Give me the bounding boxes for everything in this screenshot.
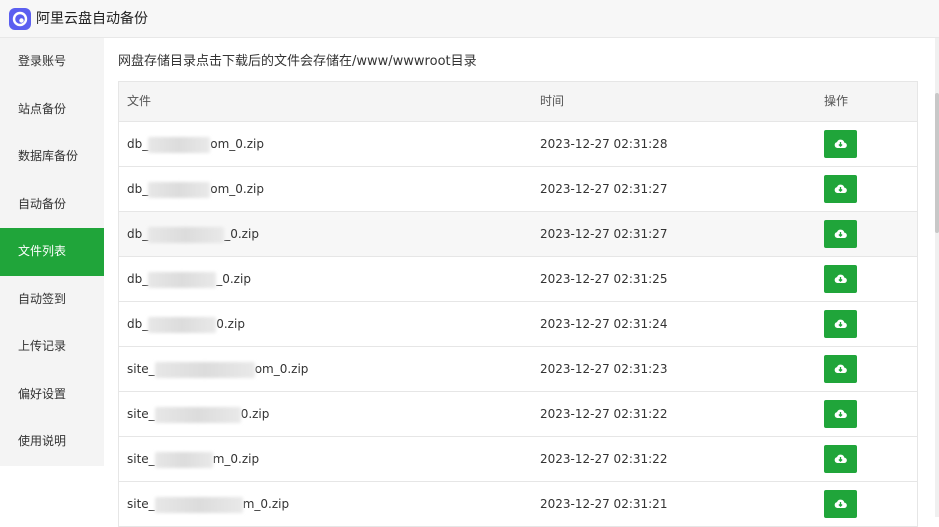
file-name: db_ om_0.zip: [127, 136, 264, 153]
redacted-text: [148, 271, 217, 288]
sidebar-item-instructions[interactable]: 使用说明: [0, 418, 104, 466]
sidebar-item-auto-backup[interactable]: 自动备份: [0, 181, 104, 229]
download-button[interactable]: [824, 175, 857, 203]
file-name-prefix: site_: [127, 452, 155, 466]
redacted-text: [154, 361, 255, 378]
cloud-download-icon: [834, 409, 847, 419]
download-button[interactable]: [824, 400, 857, 428]
file-name-prefix: db_: [127, 182, 149, 196]
app-logo-icon: [9, 8, 31, 30]
sidebar-item-preferences[interactable]: 偏好设置: [0, 371, 104, 419]
file-name: site_ m_0.zip: [127, 451, 260, 468]
table-row: site_ m_0.zip 2023-12-27 02:31:21: [119, 482, 917, 527]
file-time: 2023-12-27 02:31:27: [540, 182, 668, 196]
cloud-download-icon: [834, 184, 847, 194]
redacted-text: [148, 136, 211, 153]
file-time: 2023-12-27 02:31:22: [540, 452, 668, 466]
cloud-download-icon: [834, 454, 847, 464]
file-name: db_ _0.zip: [127, 226, 259, 243]
sidebar-item-site-backup[interactable]: 站点备份: [0, 86, 104, 134]
cloud-download-icon: [834, 364, 847, 374]
file-time: 2023-12-27 02:31:23: [540, 362, 668, 376]
file-name-prefix: db_: [127, 272, 149, 286]
storage-description: 网盘存储目录点击下载后的文件会存储在/www/wwwroot目录: [118, 54, 477, 69]
file-time: 2023-12-27 02:31:25: [540, 272, 668, 286]
table-row: db_ om_0.zip 2023-12-27 02:31:27: [119, 167, 917, 212]
sidebar-item-upload-records[interactable]: 上传记录: [0, 323, 104, 371]
cloud-download-icon: [834, 499, 847, 509]
cloud-download-icon: [834, 139, 847, 149]
redacted-text: [148, 226, 225, 243]
main-panel: 网盘存储目录点击下载后的文件会存储在/www/wwwroot目录 文件 时间 操…: [104, 38, 935, 527]
redacted-text: [154, 496, 243, 513]
column-header-file: 文件: [127, 94, 152, 108]
file-name-prefix: site_: [127, 407, 155, 421]
sidebar-item-file-list[interactable]: 文件列表: [0, 228, 104, 276]
cloud-download-icon: [834, 319, 847, 329]
file-name: db_ om_0.zip: [127, 181, 264, 198]
table-header-row: 文件 时间 操作: [119, 82, 917, 122]
download-button[interactable]: [824, 310, 857, 338]
app-title: 阿里云盘自动备份: [36, 11, 148, 27]
file-name-suffix: om_0.zip: [210, 182, 264, 196]
file-name-suffix: m_0.zip: [242, 497, 290, 511]
file-name: db_ _0.zip: [127, 271, 251, 288]
table-row: site_ 0.zip 2023-12-27 02:31:22: [119, 392, 917, 437]
sidebar-item-auto-signin[interactable]: 自动签到: [0, 276, 104, 324]
download-button[interactable]: [824, 355, 857, 383]
download-button[interactable]: [824, 265, 857, 293]
file-time: 2023-12-27 02:31:21: [540, 497, 668, 511]
sidebar-item-login-account[interactable]: 登录账号: [0, 38, 104, 86]
download-button[interactable]: [824, 130, 857, 158]
sidebar: 登录账号 站点备份 数据库备份 自动备份 文件列表 自动签到 上传记录 偏好设置…: [0, 38, 104, 466]
column-header-action: 操作: [824, 94, 849, 108]
download-button[interactable]: [824, 490, 857, 518]
file-table: 文件 时间 操作 db_ om_0.zip 2023-12-27 02:31:28…: [118, 81, 918, 527]
cloud-download-icon: [834, 274, 847, 284]
table-row: db_ _0.zip 2023-12-27 02:31:25: [119, 257, 917, 302]
file-name-prefix: site_: [127, 362, 155, 376]
file-name: db_ 0.zip: [127, 316, 245, 333]
cloud-download-icon: [834, 229, 847, 239]
redacted-text: [154, 451, 213, 468]
file-name: site_ 0.zip: [127, 406, 270, 423]
file-name: site_ om_0.zip: [127, 361, 309, 378]
vertical-scrollbar[interactable]: [935, 38, 939, 517]
file-time: 2023-12-27 02:31:27: [540, 227, 668, 241]
file-name: site_ m_0.zip: [127, 496, 290, 513]
file-name-suffix: 0.zip: [216, 317, 245, 331]
file-time: 2023-12-27 02:31:22: [540, 407, 668, 421]
file-name-suffix: _0.zip: [224, 227, 259, 241]
file-name-suffix: _0.zip: [216, 272, 251, 286]
table-row: site_ om_0.zip 2023-12-27 02:31:23: [119, 347, 917, 392]
file-name-suffix: m_0.zip: [212, 452, 260, 466]
table-row: site_ m_0.zip 2023-12-27 02:31:22: [119, 437, 917, 482]
file-name-prefix: db_: [127, 227, 149, 241]
sidebar-item-database-backup[interactable]: 数据库备份: [0, 133, 104, 181]
title-bar: 阿里云盘自动备份: [0, 0, 939, 38]
file-name-suffix: 0.zip: [240, 407, 270, 421]
table-row: db_ om_0.zip 2023-12-27 02:31:28: [119, 122, 917, 167]
file-name-prefix: db_: [127, 137, 149, 151]
file-name-suffix: om_0.zip: [254, 362, 309, 376]
file-time: 2023-12-27 02:31:24: [540, 317, 668, 331]
file-name-prefix: db_: [127, 317, 149, 331]
redacted-text: [148, 316, 217, 333]
file-name-prefix: site_: [127, 497, 155, 511]
download-button[interactable]: [824, 220, 857, 248]
file-time: 2023-12-27 02:31:28: [540, 137, 668, 151]
file-name-suffix: om_0.zip: [210, 137, 264, 151]
column-header-time: 时间: [540, 94, 565, 108]
redacted-text: [148, 181, 211, 198]
redacted-text: [154, 406, 241, 423]
table-row: db_ _0.zip 2023-12-27 02:31:27: [119, 212, 917, 257]
download-button[interactable]: [824, 445, 857, 473]
table-row: db_ 0.zip 2023-12-27 02:31:24: [119, 302, 917, 347]
scrollbar-thumb[interactable]: [935, 93, 939, 233]
